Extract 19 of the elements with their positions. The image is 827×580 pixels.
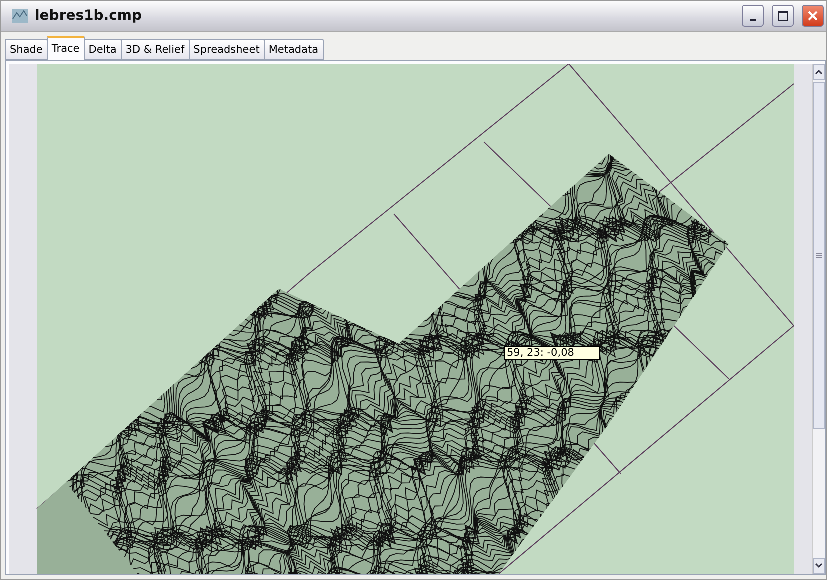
- tab[interactable]: Metadata: [264, 39, 324, 60]
- scroll-down-icon[interactable]: [813, 558, 825, 574]
- scroll-thumb[interactable]: [813, 82, 825, 429]
- tab[interactable]: Trace: [46, 36, 85, 60]
- vertical-scrollbar[interactable]: [812, 64, 825, 574]
- window-title: lebres1b.cmp: [35, 8, 144, 24]
- scroll-up-icon[interactable]: [813, 64, 825, 80]
- value-tooltip: 59, 23: -0,08: [504, 346, 600, 360]
- close-icon: [807, 10, 819, 22]
- maximize-icon: [777, 10, 789, 22]
- minimize-icon: [750, 19, 756, 21]
- tab[interactable]: Delta: [84, 39, 122, 60]
- app-icon: [11, 7, 29, 25]
- minimize-button[interactable]: [742, 5, 764, 27]
- tab[interactable]: 3D & Relief: [120, 39, 190, 60]
- tab[interactable]: Spreadsheet: [188, 39, 265, 60]
- maximize-button[interactable]: [772, 5, 794, 27]
- close-button[interactable]: [802, 5, 824, 27]
- tab[interactable]: Shade: [5, 39, 48, 60]
